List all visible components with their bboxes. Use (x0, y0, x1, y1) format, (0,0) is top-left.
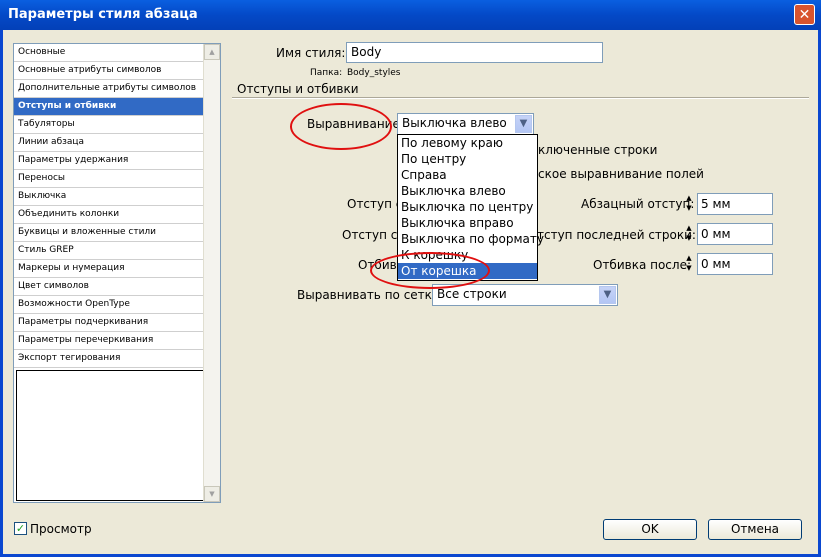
space-after-input[interactable]: 0 мм (697, 253, 773, 275)
title-bar: Параметры стиля абзаца ✕ (0, 0, 821, 30)
ok-button[interactable]: OK (603, 519, 697, 540)
category-list-empty-area (16, 370, 205, 501)
alignment-option[interactable]: К корешку (398, 247, 537, 263)
category-item[interactable]: Переносы (14, 170, 205, 188)
indent-right-label: Отступ сп (342, 228, 406, 242)
category-item[interactable]: Возможности OpenType (14, 296, 205, 314)
category-scrollbar[interactable]: ▲ ▼ (203, 44, 220, 502)
space-after-stepper[interactable]: ▲ ▼ 0 мм (683, 253, 773, 275)
section-separator (232, 97, 809, 99)
window-title: Параметры стиля абзаца (8, 7, 198, 22)
alignment-option[interactable]: По центру (398, 151, 537, 167)
scroll-down-button[interactable]: ▼ (204, 486, 220, 502)
alignment-option[interactable]: Выключка вправо (398, 215, 537, 231)
category-list[interactable]: Основные Основные атрибуты символов Дополн… (13, 43, 221, 503)
indent-left-label: Отступ с (347, 197, 403, 211)
alignment-value: Выключка влево (402, 116, 507, 130)
category-item[interactable]: Линии абзаца (14, 134, 205, 152)
optical-margin-label: ское выравнивание полей (538, 167, 704, 181)
alignment-option[interactable]: Выключка влево (398, 183, 537, 199)
category-item[interactable]: Параметры перечеркивания (14, 332, 205, 350)
alignment-option[interactable]: Выключка по формату (398, 231, 544, 247)
style-name-label: Имя стиля: (276, 46, 346, 60)
folder-value: Body_styles (347, 68, 401, 78)
chevron-down-icon[interactable]: ▼ (515, 115, 532, 133)
alignment-option[interactable]: Справа (398, 167, 537, 183)
section-title: Отступы и отбивки (237, 82, 359, 96)
grid-align-value: Все строки (437, 287, 507, 301)
category-item[interactable]: Стиль GREP (14, 242, 205, 260)
stepper-arrows-icon[interactable]: ▲ ▼ (683, 253, 695, 275)
category-item[interactable]: Дополнительные атрибуты символов (14, 80, 205, 98)
alignment-option[interactable]: Выключка по центру (398, 199, 537, 215)
category-item[interactable]: Основные атрибуты символов (14, 62, 205, 80)
category-item[interactable]: Буквицы и вложенные стили (14, 224, 205, 242)
stepper-arrows-icon[interactable]: ▲ ▼ (683, 193, 695, 215)
category-item[interactable]: Экспорт тегирования (14, 350, 205, 368)
balance-lines-label: ключенные строки (538, 143, 658, 157)
last-line-indent-stepper[interactable]: ▲ ▼ 0 мм (683, 223, 773, 245)
grid-align-label: Выравнивать по сетке: (297, 288, 444, 302)
category-item[interactable]: Параметры подчеркивания (14, 314, 205, 332)
category-item[interactable]: Выключка (14, 188, 205, 206)
close-button[interactable]: ✕ (794, 4, 815, 25)
style-name-input[interactable]: Body (346, 42, 603, 63)
last-line-indent-input[interactable]: 0 мм (697, 223, 773, 245)
alignment-label: Выравнивание: (307, 117, 404, 131)
first-indent-label: Абзацный отступ: (581, 197, 695, 211)
chevron-down-icon[interactable]: ▼ (599, 286, 616, 304)
folder-label: Папка: (310, 68, 343, 78)
scroll-up-button[interactable]: ▲ (204, 44, 220, 60)
cancel-button[interactable]: Отмена (708, 519, 802, 540)
stepper-arrows-icon[interactable]: ▲ ▼ (683, 223, 695, 245)
grid-align-select[interactable]: Все строки ▼ (432, 284, 618, 306)
category-item[interactable]: Параметры удержания (14, 152, 205, 170)
category-item[interactable]: Маркеры и нумерация (14, 260, 205, 278)
preview-checkbox[interactable]: ✓ (14, 522, 27, 535)
space-after-label: Отбивка после: (593, 258, 692, 272)
category-item[interactable]: Цвет символов (14, 278, 205, 296)
category-item[interactable]: Табуляторы (14, 116, 205, 134)
alignment-select[interactable]: Выключка влево ▼ (397, 113, 534, 135)
alignment-dropdown-list[interactable]: По левому краю По центру Справа Выключка вл… (397, 134, 544, 281)
category-item[interactable]: Основные (14, 44, 205, 62)
category-item[interactable]: Отступы и отбивки (14, 98, 205, 116)
alignment-option[interactable]: По левому краю (398, 135, 537, 151)
category-items: Основные Основные атрибуты символов Дополн… (14, 44, 205, 368)
category-item[interactable]: Объединить колонки (14, 206, 205, 224)
first-indent-input[interactable]: 5 мм (697, 193, 773, 215)
alignment-option[interactable]: От корешка (398, 263, 537, 279)
preview-label[interactable]: Просмотр (30, 522, 92, 536)
first-indent-stepper[interactable]: ▲ ▼ 5 мм (683, 193, 773, 215)
last-line-indent-label: тступ последней строки: (537, 228, 696, 242)
